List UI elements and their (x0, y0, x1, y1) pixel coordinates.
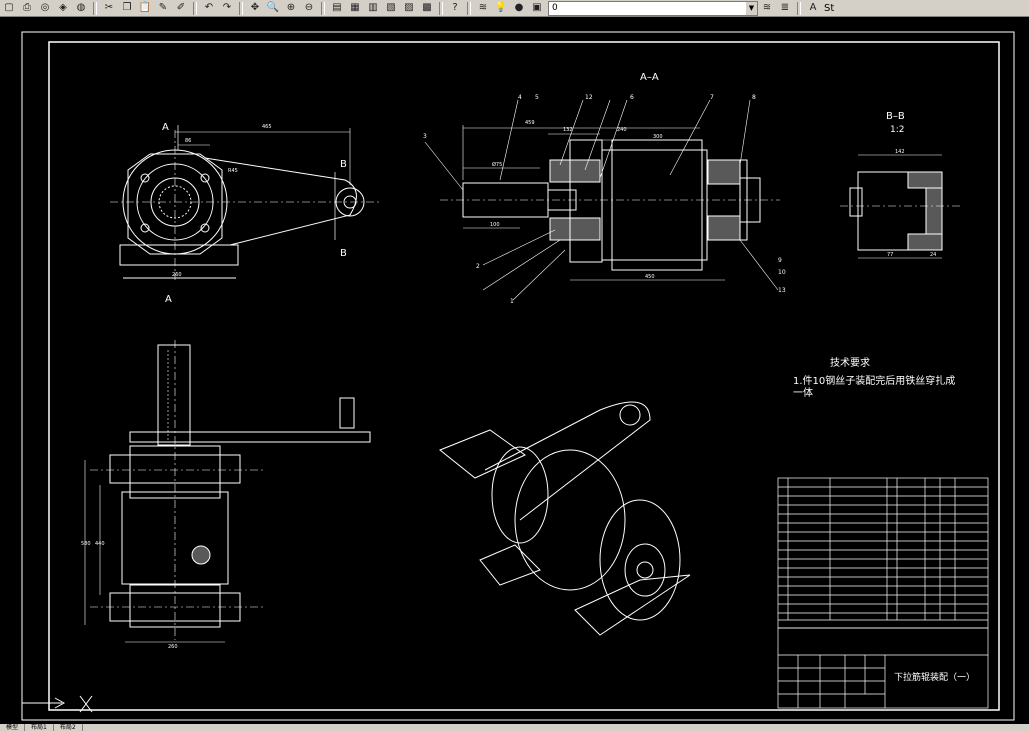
tech-req-title: 技术要求 (830, 356, 870, 369)
undo-icon[interactable]: ↶ (200, 1, 218, 15)
dim-aa-459: 459 (525, 120, 535, 126)
markup-icon[interactable]: ▨ (400, 1, 418, 15)
balloon-1: 1 (510, 298, 514, 305)
dim-aa-132: 132 (563, 127, 573, 133)
dim-aa-450: 450 (645, 274, 655, 280)
section-bb-view: B–B 1:2 142 77 24 (840, 111, 960, 259)
layer-dropdown[interactable]: 0 ▼ (548, 0, 758, 16)
isometric-view (439, 401, 691, 636)
technical-requirements: 技术要求 1.件10钢丝子装配完后用铁丝穿扎成 一体 (793, 356, 955, 399)
dim-front-r45: R45 (228, 168, 238, 174)
layer-manager-icon[interactable]: ≋ (474, 1, 492, 15)
balloon-7: 7 (710, 94, 714, 101)
dim-front-260: 260 (172, 272, 182, 278)
section-label-b-bottom: B (340, 248, 347, 259)
tech-req-line2: 一体 (793, 387, 813, 399)
dim-side-580: 580 (81, 541, 91, 547)
balloon-2: 2 (476, 263, 480, 270)
layer-previous-icon[interactable]: ≣ (776, 1, 794, 15)
chevron-down-icon[interactable]: ▼ (746, 1, 757, 15)
toolbar-separator (797, 1, 801, 15)
view-aa-title: A–A (640, 72, 659, 83)
balloon-12: 12 (585, 94, 593, 101)
section-aa-view: A–A 459 132 240 300 450 100 Ø75 4 5 12 6… (423, 72, 786, 305)
view-bb-title: B–B (886, 111, 905, 122)
drawing-canvas[interactable]: A A B B 465 86 260 R45 A–A 459 132 240 3… (0, 17, 1029, 724)
calculator-icon[interactable]: ▩ (418, 1, 436, 15)
tech-req-line1: 1.件10钢丝子装配完后用铁丝穿扎成 (793, 374, 955, 387)
side-view: 580 440 260 (81, 340, 371, 650)
properties-icon[interactable]: ▤ (328, 1, 346, 15)
sheet-set-icon[interactable]: ▧ (382, 1, 400, 15)
balloon-3: 3 (423, 133, 427, 140)
dim-front-465: 465 (262, 124, 272, 130)
balloon-10: 10 (778, 269, 786, 276)
parts-list (777, 477, 989, 629)
tab-model[interactable]: 模型 (0, 724, 26, 731)
toolbar-separator (439, 1, 443, 15)
text-style-label: St (824, 2, 835, 14)
balloon-5: 5 (535, 94, 539, 101)
toolbar-separator (467, 1, 471, 15)
title-block: 下拉筋辊装配（一） (777, 627, 989, 709)
layer-value: 0 (552, 3, 558, 13)
dim-front-86: 86 (185, 138, 191, 144)
dim-side-440: 440 (95, 541, 105, 547)
tab-layout1[interactable]: 布局1 (25, 724, 54, 731)
title-block-name: 下拉筋辊装配（一） (894, 671, 975, 683)
toolbar-separator (193, 1, 197, 15)
balloon-8: 8 (752, 94, 756, 101)
plot-icon[interactable]: ⎙ (18, 1, 36, 15)
match-properties-icon[interactable]: ✎ (154, 1, 172, 15)
view-bb-scale: 1:2 (890, 125, 904, 135)
help-icon[interactable]: ? (446, 1, 464, 15)
text-style-icon[interactable]: A (804, 1, 822, 15)
zoom-window-icon[interactable]: ⊕ (282, 1, 300, 15)
toolbar-separator (239, 1, 243, 15)
cut-icon[interactable]: ✂ (100, 1, 118, 15)
dim-aa-75: Ø75 (492, 161, 502, 168)
zoom-previous-icon[interactable]: ⊖ (300, 1, 318, 15)
new-icon[interactable]: ▢ (0, 1, 18, 15)
dim-bb-142: 142 (895, 149, 905, 155)
layer-on-icon: 💡 (494, 2, 508, 13)
balloon-6: 6 (630, 94, 634, 101)
toolbar-separator (321, 1, 325, 15)
toolbar-separator (93, 1, 97, 15)
standard-toolbar: ▢ ⎙ ◎ ◈ ◍ ✂ ❐ 📋 ✎ ✐ ↶ ↷ ✥ 🔍 ⊕ ⊖ ▤ ▦ ▥ ▧ … (0, 0, 1029, 17)
layer-lock-icon: ▣ (532, 2, 542, 13)
balloon-13: 13 (778, 287, 786, 294)
dim-aa-240: 240 (617, 127, 627, 133)
dim-aa-100: 100 (490, 222, 500, 228)
dim-aa-300: 300 (653, 134, 663, 140)
redo-icon[interactable]: ↷ (218, 1, 236, 15)
dim-bb-24: 24 (930, 252, 936, 258)
dim-bb-77: 77 (887, 252, 893, 258)
copy-icon[interactable]: ❐ (118, 1, 136, 15)
tab-layout2[interactable]: 布局2 (54, 724, 83, 731)
publish-icon[interactable]: ◈ (54, 1, 72, 15)
pan-icon[interactable]: ✥ (246, 1, 264, 15)
globe-icon[interactable]: ◍ (72, 1, 90, 15)
make-current-layer-icon[interactable]: ≋ (758, 1, 776, 15)
section-label-a-bottom: A (165, 294, 172, 305)
section-label-b-top: B (340, 159, 347, 170)
design-center-icon[interactable]: ▦ (346, 1, 364, 15)
layout-tabs: 模型 布局1 布局2 (0, 724, 1029, 731)
layer-freeze-icon: ● (514, 2, 524, 13)
zoom-realtime-icon[interactable]: 🔍 (264, 1, 282, 15)
balloon-9: 9 (778, 257, 782, 264)
front-view: A A B B 465 86 260 R45 (110, 122, 380, 305)
tool-palettes-icon[interactable]: ▥ (364, 1, 382, 15)
brush-icon[interactable]: ✐ (172, 1, 190, 15)
preview-icon[interactable]: ◎ (36, 1, 54, 15)
section-label-a-top: A (162, 122, 169, 133)
paste-icon[interactable]: 📋 (136, 1, 154, 15)
dim-side-260: 260 (168, 644, 178, 650)
balloon-4: 4 (518, 94, 522, 101)
